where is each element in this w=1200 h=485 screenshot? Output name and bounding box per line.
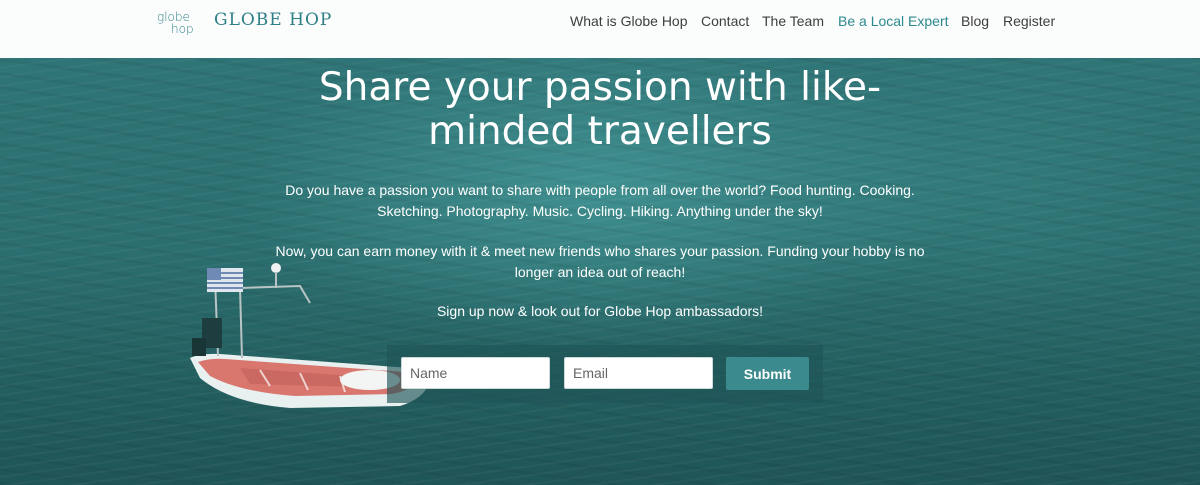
- earn-line-2: longer an idea out of reach!: [514, 264, 686, 280]
- hero-section: Share your passion with like- minded tra…: [0, 58, 1200, 485]
- submit-button[interactable]: Submit: [726, 357, 809, 390]
- nav-the-team[interactable]: The Team: [762, 13, 824, 29]
- nav-register[interactable]: Register: [1003, 13, 1055, 29]
- intro-paragraph: Do you have a passion you want to share …: [270, 180, 930, 222]
- name-input[interactable]: [401, 357, 550, 389]
- headline-line-1: Share your passion with like-: [318, 65, 882, 110]
- hero-headline: Share your passion with like- minded tra…: [240, 66, 960, 154]
- main-nav: What is Globe Hop Contact The Team Be a …: [0, 13, 1200, 33]
- headline-line-2: minded travellers: [428, 109, 772, 154]
- nav-be-a-local-expert[interactable]: Be a Local Expert: [838, 13, 949, 29]
- intro-line-1: Do you have a passion you want to share …: [285, 182, 915, 198]
- site-header: globe hop GLOBE HOP What is Globe Hop Co…: [0, 0, 1200, 58]
- nav-contact[interactable]: Contact: [701, 13, 749, 29]
- signup-form: Submit: [387, 345, 823, 403]
- earn-paragraph: Now, you can earn money with it & meet n…: [270, 241, 930, 283]
- nav-blog[interactable]: Blog: [961, 13, 989, 29]
- nav-what-is-globe-hop[interactable]: What is Globe Hop: [570, 13, 688, 29]
- email-input[interactable]: [564, 357, 713, 389]
- intro-line-2: Sketching. Photography. Music. Cycling. …: [377, 203, 823, 219]
- signup-callout: Sign up now & look out for Globe Hop amb…: [436, 303, 764, 319]
- earn-line-1: Now, you can earn money with it & meet n…: [275, 243, 925, 259]
